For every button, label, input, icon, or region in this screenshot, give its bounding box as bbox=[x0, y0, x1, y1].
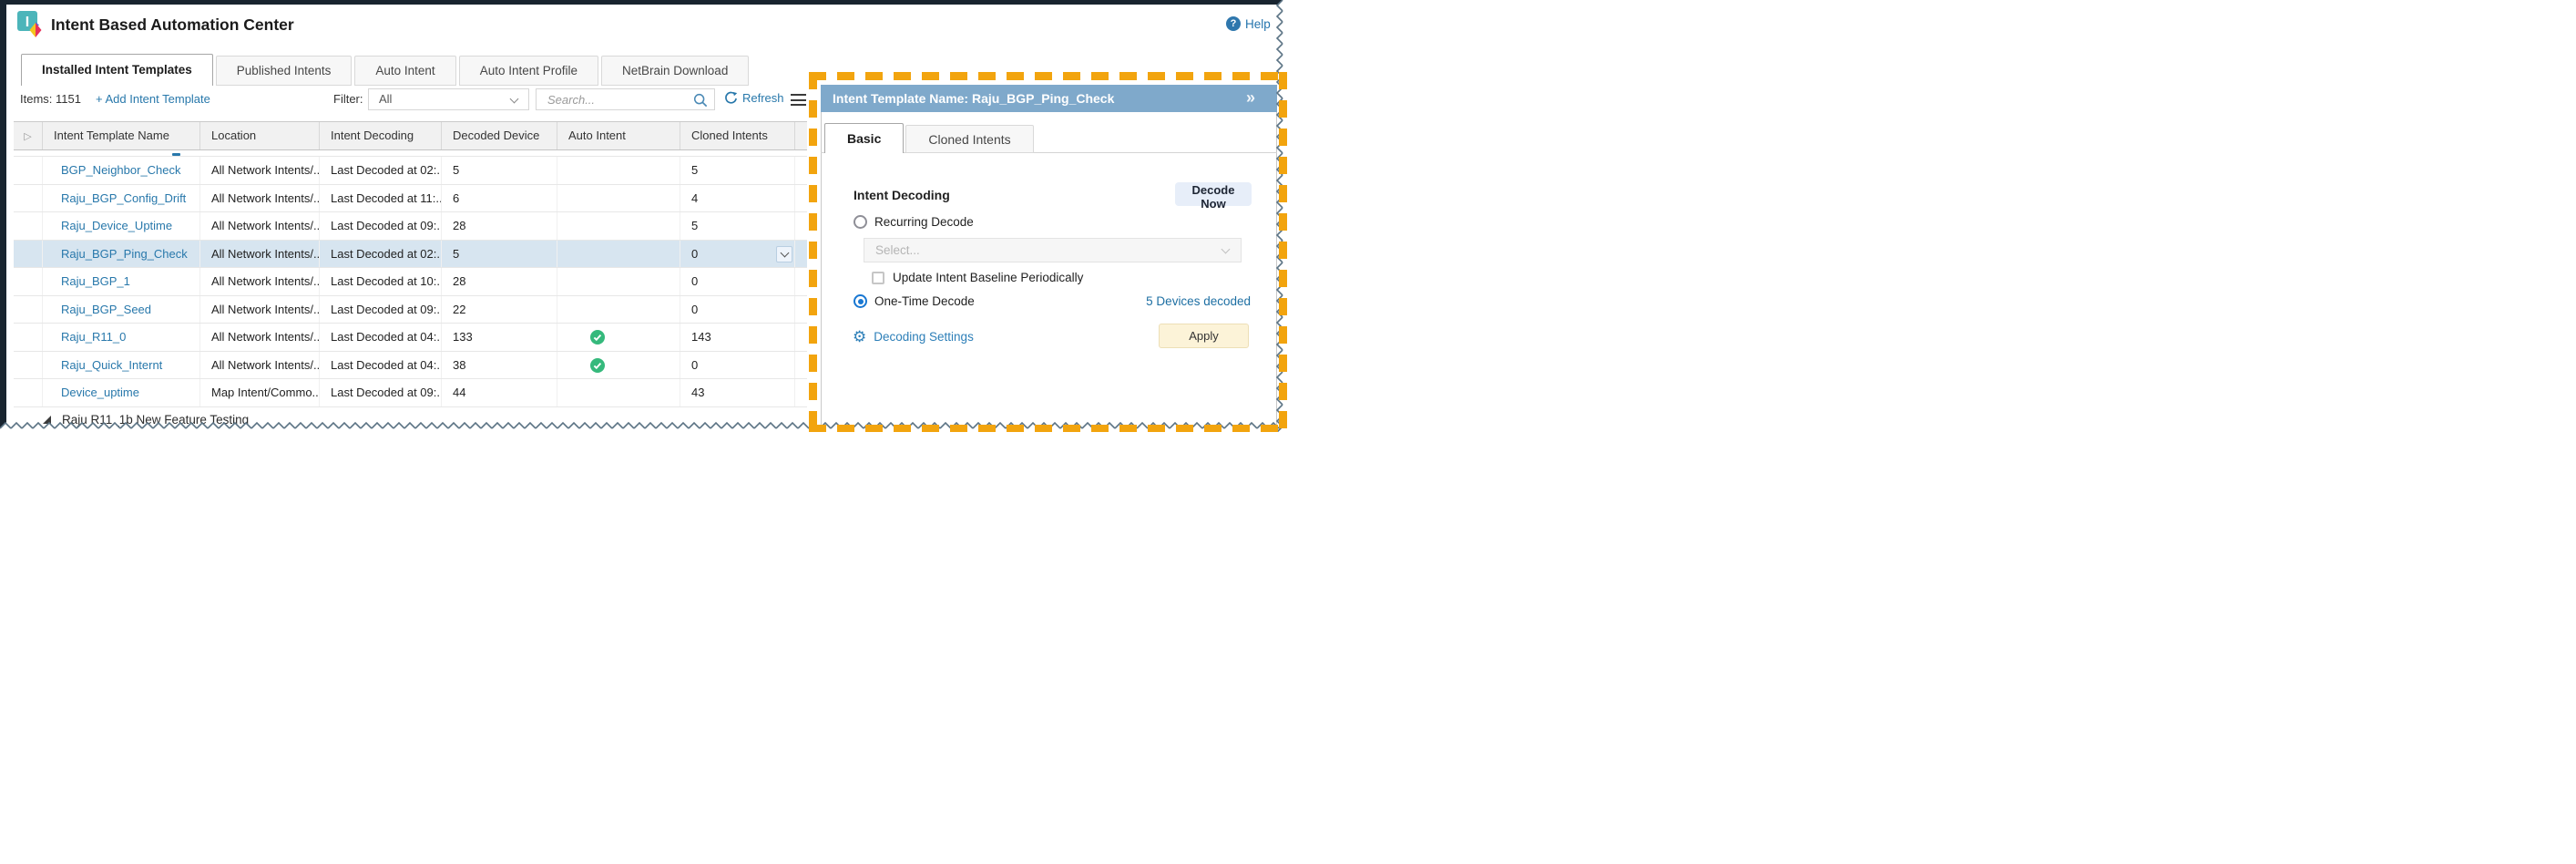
help-button[interactable]: ? Help bbox=[1226, 16, 1271, 31]
intent-automation-window: I Intent Based Automation Center ? Help … bbox=[0, 0, 1288, 432]
col-intent-template-name[interactable]: Intent Template Name bbox=[43, 122, 200, 149]
refresh-icon bbox=[724, 91, 738, 105]
devices-decoded-link[interactable]: 5 Devices decoded bbox=[1120, 294, 1251, 308]
intent-template-link[interactable]: Raju_BGP_1 bbox=[61, 274, 130, 288]
update-baseline-checkbox[interactable] bbox=[872, 272, 884, 284]
tab-auto-intent[interactable]: Auto Intent bbox=[354, 56, 455, 86]
main-tab-strip: Installed Intent Templates Published Int… bbox=[21, 54, 749, 86]
intent-template-link[interactable]: Raju_BGP_Ping_Check bbox=[61, 247, 188, 261]
tab-published-intents[interactable]: Published Intents bbox=[216, 56, 353, 86]
svg-text:I: I bbox=[26, 15, 29, 30]
decoding-settings-link[interactable]: ⚙ Decoding Settings bbox=[853, 329, 974, 345]
one-time-decode-option[interactable]: One-Time Decode bbox=[854, 294, 975, 308]
col-auto-intent[interactable]: Auto Intent bbox=[557, 122, 680, 149]
annotation-highlight-border-left bbox=[809, 72, 817, 432]
one-time-decode-label: One-Time Decode bbox=[874, 294, 975, 308]
table-row-selected[interactable]: Raju_BGP_Ping_Check All Network Intents/… bbox=[14, 241, 807, 269]
partial-scrolled-row bbox=[14, 150, 807, 157]
filter-label: Filter: bbox=[333, 92, 363, 106]
col-cloned-intents[interactable]: Cloned Intents bbox=[680, 122, 795, 149]
refresh-button[interactable]: Refresh bbox=[724, 91, 784, 105]
help-label: Help bbox=[1245, 17, 1271, 31]
items-count: Items: 1151 bbox=[20, 92, 81, 106]
col-decoded-device[interactable]: Decoded Device bbox=[442, 122, 557, 149]
table-row[interactable]: Raju_Device_Uptime All Network Intents/.… bbox=[14, 212, 807, 241]
annotation-highlight-border-top bbox=[809, 72, 1282, 80]
intent-template-link[interactable]: Raju_BGP_Seed bbox=[61, 303, 151, 316]
app-logo-icon: I bbox=[16, 10, 46, 39]
auto-intent-check-icon bbox=[590, 330, 605, 345]
chevron-down-icon bbox=[1222, 245, 1231, 254]
menu-icon[interactable] bbox=[791, 94, 806, 109]
intent-decoding-heading: Intent Decoding bbox=[854, 188, 950, 202]
recurring-decode-radio[interactable] bbox=[854, 215, 867, 229]
intent-template-link[interactable]: Raju_BGP_Config_Drift bbox=[61, 191, 186, 205]
one-time-decode-radio[interactable] bbox=[854, 294, 867, 308]
table-row[interactable]: Raju_R11_0 All Network Intents/... Last … bbox=[14, 324, 807, 352]
intent-template-link[interactable]: BGP_Neighbor_Check bbox=[61, 163, 181, 177]
col-intent-decoding[interactable]: Intent Decoding bbox=[320, 122, 442, 149]
recurring-decode-option[interactable]: Recurring Decode bbox=[854, 215, 974, 229]
update-baseline-option[interactable]: Update Intent Baseline Periodically bbox=[872, 271, 1083, 284]
annotation-highlight-border-right bbox=[1279, 72, 1287, 432]
recurring-schedule-select[interactable]: Select... bbox=[864, 238, 1242, 262]
recurring-decode-label: Recurring Decode bbox=[874, 215, 974, 229]
update-baseline-label: Update Intent Baseline Periodically bbox=[893, 271, 1083, 284]
intent-template-link[interactable]: Raju_Device_Uptime bbox=[61, 219, 172, 232]
annotation-highlight-border-bottom bbox=[809, 425, 1288, 432]
apply-button[interactable]: Apply bbox=[1159, 324, 1249, 348]
filter-dropdown[interactable]: All bbox=[368, 88, 529, 110]
select-placeholder: Select... bbox=[875, 243, 920, 257]
filter-value: All bbox=[379, 92, 392, 106]
expand-all-icon[interactable]: ▷ bbox=[24, 131, 31, 142]
tab-auto-intent-profile[interactable]: Auto Intent Profile bbox=[459, 56, 598, 86]
tab-netbrain-download[interactable]: NetBrain Download bbox=[601, 56, 749, 86]
decoding-settings-label: Decoding Settings bbox=[874, 330, 974, 344]
intent-template-link[interactable]: Raju_R11_0 bbox=[61, 330, 126, 344]
col-location[interactable]: Location bbox=[200, 122, 320, 149]
intent-template-link[interactable]: Raju_Quick_Internt bbox=[61, 358, 162, 372]
add-intent-template-button[interactable]: + Add Intent Template bbox=[96, 92, 210, 106]
table-row[interactable]: Raju_BGP_1 All Network Intents/... Last … bbox=[14, 268, 807, 296]
tab-installed-intent-templates[interactable]: Installed Intent Templates bbox=[21, 54, 213, 86]
chevron-down-icon bbox=[510, 95, 519, 104]
search-icon[interactable] bbox=[692, 92, 709, 108]
intent-template-table: ▷ Intent Template Name Location Intent D… bbox=[14, 121, 807, 432]
row-actions-dropdown-button[interactable] bbox=[776, 246, 792, 262]
auto-intent-check-icon bbox=[590, 358, 605, 373]
intent-template-link[interactable]: Device_uptime bbox=[61, 386, 139, 399]
table-row[interactable]: Raju_BGP_Config_Drift All Network Intent… bbox=[14, 185, 807, 213]
refresh-label: Refresh bbox=[742, 91, 784, 105]
panel-tab-cloned-intents[interactable]: Cloned Intents bbox=[905, 125, 1033, 153]
collapse-panel-icon[interactable]: » bbox=[1246, 85, 1255, 110]
table-row[interactable]: Raju_BGP_Seed All Network Intents/... La… bbox=[14, 296, 807, 324]
chevron-down-icon bbox=[780, 249, 789, 258]
panel-body bbox=[821, 112, 1277, 425]
table-header-row: ▷ Intent Template Name Location Intent D… bbox=[14, 121, 807, 150]
table-row[interactable]: BGP_Neighbor_Check All Network Intents/.… bbox=[14, 157, 807, 185]
gear-icon: ⚙ bbox=[853, 329, 866, 345]
panel-title: Intent Template Name: Raju_BGP_Ping_Chec… bbox=[833, 85, 1114, 112]
search-input[interactable] bbox=[546, 90, 691, 108]
panel-tab-basic[interactable]: Basic bbox=[824, 123, 904, 153]
screenshot-frame-left bbox=[0, 0, 6, 432]
decode-now-button[interactable]: Decode Now bbox=[1175, 182, 1252, 206]
table-row[interactable]: Device_uptime Map Intent/Commo... Last D… bbox=[14, 379, 807, 407]
page-title: Intent Based Automation Center bbox=[51, 15, 294, 35]
table-row[interactable]: Raju_Quick_Internt All Network Intents/.… bbox=[14, 352, 807, 380]
panel-tab-strip: Basic Cloned Intents bbox=[824, 123, 1034, 153]
panel-header: Intent Template Name: Raju_BGP_Ping_Chec… bbox=[821, 85, 1277, 112]
help-icon: ? bbox=[1226, 16, 1241, 31]
screenshot-frame-top bbox=[0, 0, 1288, 5]
search-box bbox=[536, 88, 715, 110]
